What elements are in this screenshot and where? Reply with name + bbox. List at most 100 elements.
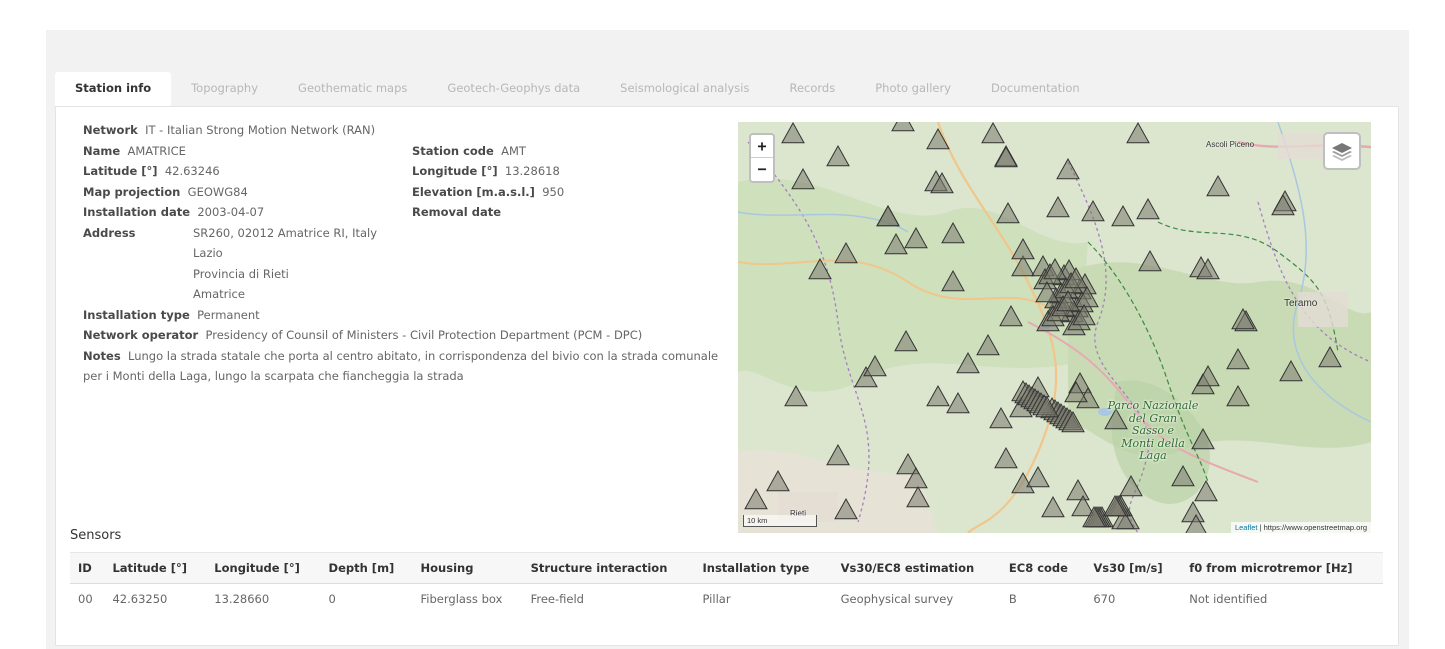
station-marker-icon[interactable]: [781, 122, 805, 144]
cell-f0: Not identified: [1189, 592, 1268, 607]
layers-icon: [1332, 143, 1352, 161]
station-marker-icon[interactable]: [1081, 199, 1105, 222]
map-attribution: Leaflet | https://www.openstreetmap.org: [1230, 522, 1371, 533]
station-marker-icon[interactable]: [906, 485, 930, 508]
tab-documentation[interactable]: Documentation: [971, 72, 1100, 106]
station-marker-icon[interactable]: [826, 144, 850, 167]
tab-records[interactable]: Records: [769, 72, 855, 106]
station-marker-icon[interactable]: [826, 443, 850, 466]
station-marker-icon[interactable]: [1279, 359, 1303, 382]
cell-latitude: 42.63250: [112, 592, 168, 607]
zoom-in-button[interactable]: +: [751, 135, 773, 158]
station-marker-icon[interactable]: [1171, 464, 1195, 487]
notes-label: Notes: [83, 348, 121, 363]
sensors-table: ID Latitude [°] Longitude [°] Depth [m] …: [70, 552, 1383, 615]
station-marker-icon[interactable]: [926, 127, 950, 150]
station-code-label: Station code: [412, 143, 494, 158]
station-marker-icon[interactable]: [766, 469, 790, 492]
tab-geotech-geophys-data[interactable]: Geotech-Geophys data: [427, 72, 600, 106]
station-marker-icon[interactable]: [808, 257, 832, 280]
station-marker-icon[interactable]: [941, 269, 965, 292]
station-marker-icon[interactable]: [1138, 249, 1162, 272]
cell-id: 00: [78, 592, 93, 607]
station-marker-icon[interactable]: [1056, 157, 1080, 180]
station-marker-icon[interactable]: [1226, 347, 1250, 370]
station-marker-icon[interactable]: [1194, 479, 1218, 502]
installation-type-label: Installation type: [83, 307, 190, 322]
installation-date-label: Installation date: [83, 205, 191, 219]
station-marker-icon[interactable]: [863, 354, 887, 377]
tab-photo-gallery[interactable]: Photo gallery: [855, 72, 971, 106]
station-marker-icon[interactable]: [784, 384, 808, 407]
elevation-value: 950: [542, 184, 565, 199]
col-longitude: Longitude [°]: [206, 552, 321, 584]
col-vs30-ec8-estimation: Vs30/EC8 estimation: [832, 552, 1001, 584]
station-marker-icon[interactable]: [1226, 384, 1250, 407]
station-marker-icon[interactable]: [994, 446, 1018, 469]
cell-vs30: 670: [1093, 592, 1116, 607]
station-marker-icon[interactable]: [1111, 204, 1135, 227]
station-info: Network IT - Italian Strong Motion Netwo…: [83, 120, 723, 387]
station-marker-icon[interactable]: [891, 122, 915, 132]
col-housing: Housing: [412, 552, 523, 584]
station-marker-icon[interactable]: [1046, 195, 1070, 218]
station-marker-icon[interactable]: [1011, 237, 1035, 260]
station-marker-icon[interactable]: [1181, 500, 1205, 523]
station-map[interactable]: Ascoli Piceno Teramo Rieti Parco Naziona…: [738, 122, 1371, 533]
station-marker-icon[interactable]: [981, 122, 1005, 144]
installation-type-value: Permanent: [197, 307, 260, 322]
address-line: SR260, 02012 Amatrice RI, Italy: [193, 225, 378, 240]
park-label-line: Laga: [1139, 449, 1167, 462]
station-marker-icon[interactable]: [884, 232, 908, 255]
col-installation-type: Installation type: [694, 552, 833, 584]
station-marker-icon[interactable]: [834, 241, 858, 264]
station-marker-icon[interactable]: [996, 201, 1020, 224]
station-marker-icon[interactable]: [926, 384, 950, 407]
station-marker-icon[interactable]: [1318, 345, 1342, 368]
station-marker-icon[interactable]: [1206, 174, 1230, 197]
zoom-out-button[interactable]: −: [751, 158, 773, 181]
tab-station-info[interactable]: Station info: [55, 72, 172, 106]
network-operator-value: Presidency of Counsil of Ministers - Civ…: [205, 328, 643, 342]
tab-seismological-analysis[interactable]: Seismological analysis: [600, 72, 769, 106]
station-marker-icon[interactable]: [946, 391, 970, 414]
longitude-value: 13.28618: [504, 164, 560, 178]
station-marker-icon[interactable]: [791, 167, 815, 190]
park-label: Parco Nazionale del Gran Sasso e Monti d…: [1098, 399, 1208, 463]
station-marker-icon[interactable]: [999, 304, 1023, 327]
station-marker-icon[interactable]: [941, 221, 965, 244]
station-marker-icon[interactable]: [876, 204, 900, 227]
tab-geothematic-maps[interactable]: Geothematic maps: [278, 72, 427, 106]
station-marker-icon[interactable]: [1041, 495, 1065, 518]
station-marker-icon[interactable]: [904, 226, 928, 249]
leaflet-link[interactable]: Leaflet: [1235, 523, 1258, 532]
station-marker-icon[interactable]: [994, 145, 1018, 168]
station-marker-icon[interactable]: [956, 351, 980, 374]
station-marker-icon[interactable]: [1196, 364, 1220, 387]
col-structure-interaction: Structure interaction: [522, 552, 695, 584]
tab-topography[interactable]: Topography: [171, 72, 278, 106]
cell-housing: Fiberglass box: [420, 592, 503, 607]
station-markers[interactable]: [738, 122, 1371, 533]
station-marker-icon[interactable]: [1126, 122, 1150, 144]
latitude-value: 42.63246: [164, 164, 220, 178]
station-marker-icon[interactable]: [976, 333, 1000, 356]
cell-longitude: 13.28660: [214, 592, 270, 607]
address-line: Lazio: [193, 246, 223, 260]
col-latitude: Latitude [°]: [104, 552, 207, 584]
station-marker-icon[interactable]: [744, 487, 768, 510]
station-marker-icon[interactable]: [1066, 478, 1090, 501]
station-marker-icon[interactable]: [1136, 197, 1160, 220]
station-marker-icon[interactable]: [894, 329, 918, 352]
station-marker-icon[interactable]: [834, 497, 858, 520]
station-marker-icon[interactable]: [1026, 465, 1050, 488]
station-marker-icon[interactable]: [1119, 474, 1143, 497]
name-label: Name: [83, 143, 121, 158]
address-line: Amatrice: [193, 287, 245, 301]
network-value: IT - Italian Strong Motion Network (RAN): [145, 123, 376, 137]
station-marker-icon[interactable]: [989, 406, 1013, 429]
elevation-label: Elevation [m.a.s.l.]: [412, 184, 535, 199]
cell-vs30-ec8-estimation: Geophysical survey: [840, 592, 954, 607]
layers-button[interactable]: [1323, 132, 1361, 170]
map-scale: 10 km: [743, 515, 817, 527]
